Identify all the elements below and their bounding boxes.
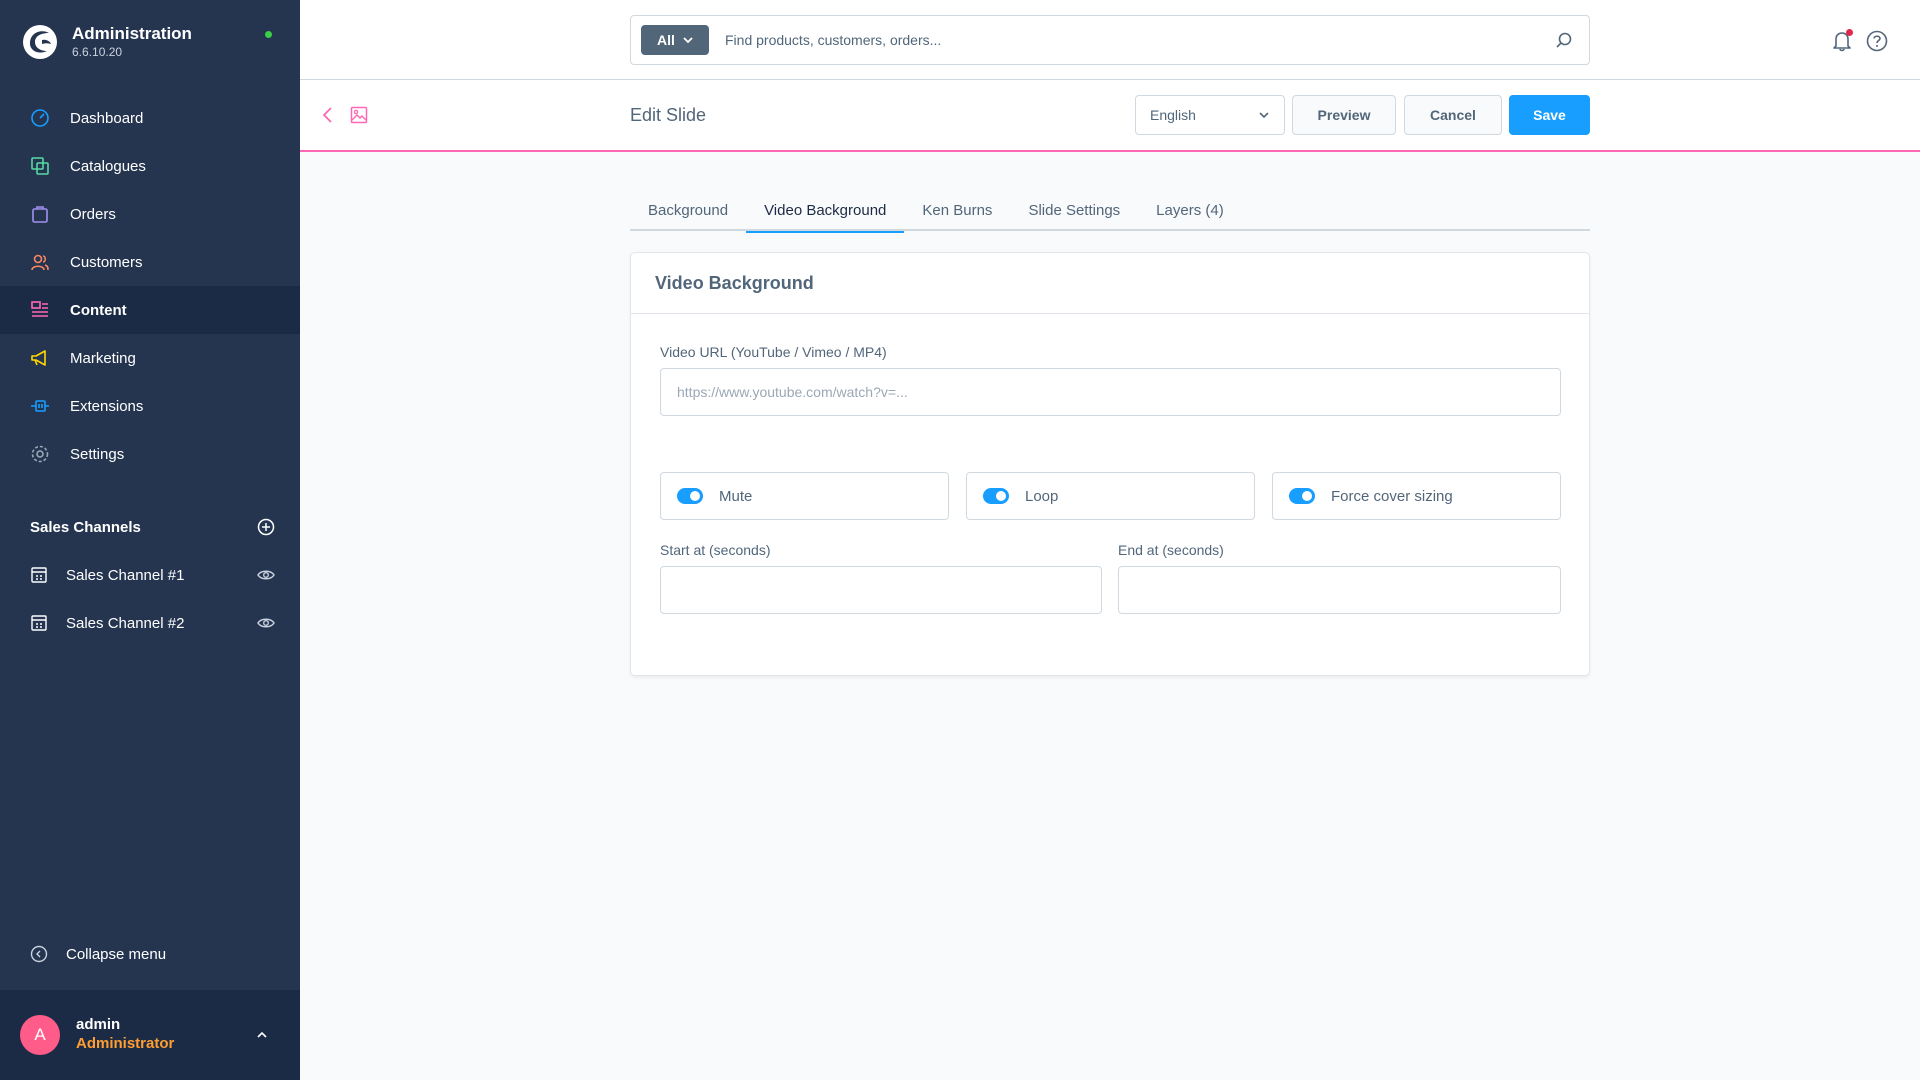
storefront-icon bbox=[31, 567, 47, 583]
eye-icon[interactable] bbox=[257, 566, 275, 584]
force-cover-toggle[interactable] bbox=[1289, 488, 1315, 504]
tab-slide-settings[interactable]: Slide Settings bbox=[1010, 195, 1138, 231]
nav-item-marketing[interactable]: Marketing bbox=[0, 334, 300, 382]
storefront-icon bbox=[31, 615, 47, 631]
add-sales-channel-icon[interactable] bbox=[257, 518, 275, 536]
nav-item-dashboard[interactable]: Dashboard bbox=[0, 94, 300, 142]
search-icon[interactable] bbox=[1555, 31, 1573, 49]
nav-item-content[interactable]: Content bbox=[0, 286, 300, 334]
loop-toggle[interactable] bbox=[983, 488, 1009, 504]
notification-badge bbox=[1846, 29, 1853, 36]
tab-ken-burns[interactable]: Ken Burns bbox=[904, 195, 1010, 231]
nav-item-orders[interactable]: Orders bbox=[0, 190, 300, 238]
help-icon[interactable] bbox=[1866, 30, 1888, 52]
marketing-icon bbox=[28, 346, 52, 370]
search-type-label: All bbox=[657, 32, 675, 48]
extensions-icon bbox=[28, 394, 52, 418]
online-status-dot bbox=[265, 31, 272, 38]
sales-channels-title: Sales Channels bbox=[30, 518, 141, 536]
user-name: admin bbox=[76, 1016, 121, 1033]
shopware-logo-icon bbox=[23, 25, 57, 59]
start-at-label: Start at (seconds) bbox=[660, 542, 771, 558]
nav-label: Customers bbox=[70, 253, 143, 271]
chevron-down-icon bbox=[1259, 112, 1269, 119]
loop-toggle-field[interactable]: Loop bbox=[966, 472, 1255, 520]
user-menu[interactable]: A admin Administrator bbox=[0, 990, 300, 1080]
collapse-menu-label: Collapse menu bbox=[66, 945, 167, 963]
customers-icon bbox=[28, 250, 52, 274]
start-at-input[interactable] bbox=[660, 566, 1102, 614]
main-nav: Dashboard Catalogues Orders Customers Co… bbox=[0, 94, 300, 478]
language-select-value: English bbox=[1150, 107, 1196, 123]
video-url-input[interactable] bbox=[660, 368, 1561, 416]
mute-toggle[interactable] bbox=[677, 488, 703, 504]
app-version: 6.6.10.20 bbox=[72, 45, 123, 59]
nav-label: Settings bbox=[70, 445, 125, 463]
sales-channel-label: Sales Channel #2 bbox=[66, 614, 185, 632]
nav-label: Extensions bbox=[70, 397, 144, 415]
video-background-card: Video Background Video URL (YouTube / Vi… bbox=[630, 252, 1590, 676]
user-role: Administrator bbox=[76, 1035, 175, 1052]
image-icon bbox=[350, 106, 368, 124]
force-cover-label: Force cover sizing bbox=[1331, 487, 1453, 505]
sidebar: Administration 6.6.10.20 Dashboard Catal… bbox=[0, 0, 300, 1080]
chevron-down-icon bbox=[683, 37, 693, 44]
video-url-label: Video URL (YouTube / Vimeo / MP4) bbox=[660, 344, 887, 360]
orders-icon bbox=[28, 202, 52, 226]
collapse-icon bbox=[30, 945, 48, 963]
nav-label: Content bbox=[70, 301, 127, 319]
loop-label: Loop bbox=[1025, 487, 1059, 505]
page-title: Edit Slide bbox=[630, 105, 707, 125]
force-cover-toggle-field[interactable]: Force cover sizing bbox=[1272, 472, 1561, 520]
sales-channel-item-1[interactable]: Sales Channel #1 bbox=[30, 551, 275, 599]
tab-layers[interactable]: Layers (4) bbox=[1138, 195, 1242, 231]
tab-video-background[interactable]: Video Background bbox=[746, 195, 905, 233]
nav-item-catalogues[interactable]: Catalogues bbox=[0, 142, 300, 190]
mute-label: Mute bbox=[719, 487, 753, 505]
sales-channel-item-2[interactable]: Sales Channel #2 bbox=[30, 599, 275, 647]
eye-icon[interactable] bbox=[257, 614, 275, 632]
top-bar: All bbox=[300, 0, 1920, 80]
back-arrow-icon[interactable] bbox=[320, 106, 336, 124]
content-icon bbox=[28, 298, 52, 322]
search-type-dropdown[interactable]: All bbox=[641, 25, 709, 55]
card-title: Video Background bbox=[655, 272, 814, 293]
preview-button[interactable]: Preview bbox=[1292, 95, 1396, 135]
avatar: A bbox=[20, 1015, 60, 1055]
nav-item-customers[interactable]: Customers bbox=[0, 238, 300, 286]
settings-icon bbox=[28, 442, 52, 466]
sales-channels-header: Sales Channels bbox=[30, 518, 275, 536]
search-input[interactable] bbox=[725, 32, 1555, 48]
sales-channel-label: Sales Channel #1 bbox=[66, 566, 185, 584]
slide-tabs: Background Video Background Ken Burns Sl… bbox=[630, 195, 1590, 233]
page-header: Edit Slide English Preview Cancel Save bbox=[300, 80, 1920, 152]
dashboard-icon bbox=[28, 106, 52, 130]
nav-label: Orders bbox=[70, 205, 116, 223]
end-at-input[interactable] bbox=[1118, 566, 1561, 614]
app-title: Administration bbox=[72, 24, 192, 43]
nav-label: Dashboard bbox=[70, 109, 144, 127]
card-header: Video Background bbox=[631, 253, 1589, 314]
brand: Administration 6.6.10.20 bbox=[22, 24, 192, 60]
tab-background[interactable]: Background bbox=[630, 195, 746, 231]
mute-toggle-field[interactable]: Mute bbox=[660, 472, 949, 520]
nav-label: Catalogues bbox=[70, 157, 146, 175]
cancel-button[interactable]: Cancel bbox=[1404, 95, 1502, 135]
collapse-menu-button[interactable]: Collapse menu bbox=[30, 945, 166, 963]
end-at-label: End at (seconds) bbox=[1118, 542, 1224, 558]
chevron-up-icon[interactable] bbox=[255, 1028, 269, 1042]
global-search: All bbox=[630, 15, 1590, 65]
nav-item-settings[interactable]: Settings bbox=[0, 430, 300, 478]
language-select[interactable]: English bbox=[1135, 95, 1285, 135]
save-button[interactable]: Save bbox=[1509, 95, 1590, 135]
nav-item-extensions[interactable]: Extensions bbox=[0, 382, 300, 430]
nav-label: Marketing bbox=[70, 349, 136, 367]
catalogues-icon bbox=[28, 154, 52, 178]
